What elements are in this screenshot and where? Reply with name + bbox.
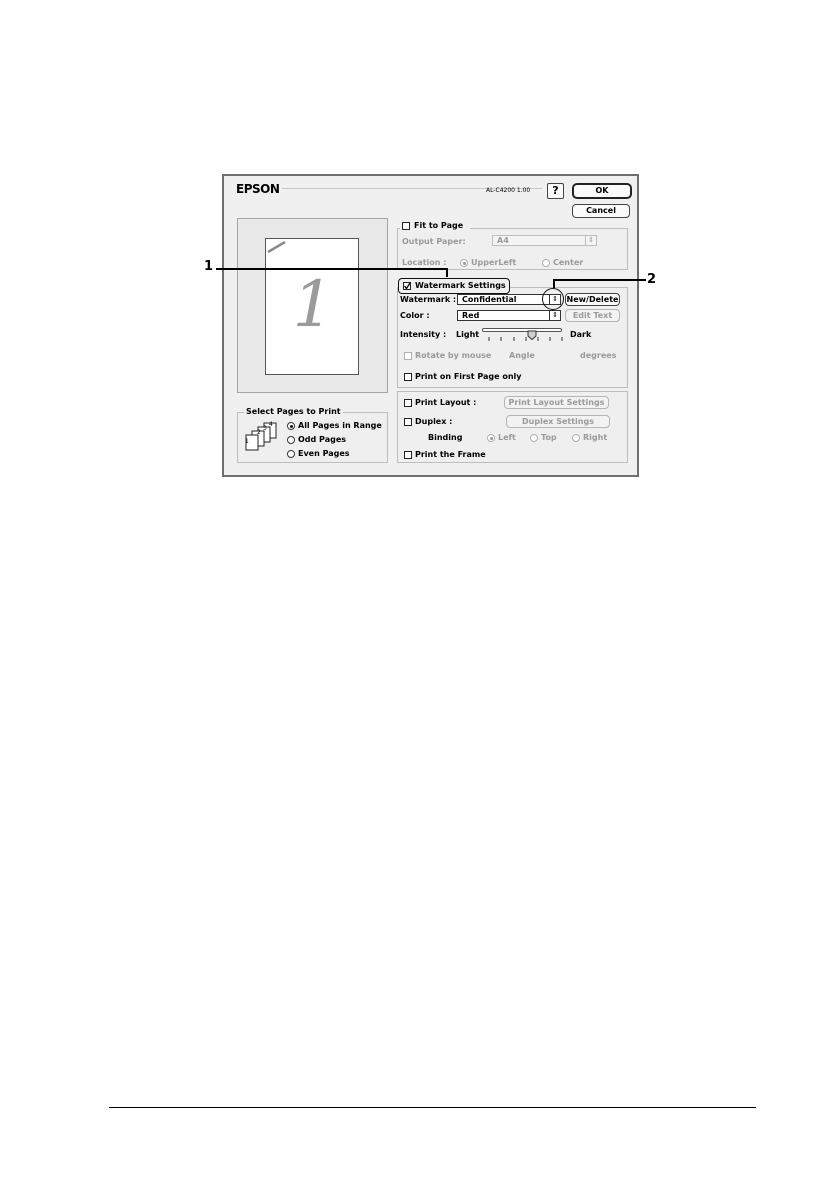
watermark-settings-header: Watermark Settings bbox=[398, 278, 510, 294]
radio-binding-right[interactable] bbox=[572, 434, 580, 442]
watermark-label: Watermark : bbox=[400, 295, 457, 304]
color-value: Red bbox=[462, 311, 480, 320]
radio-location-upperleft[interactable] bbox=[460, 259, 468, 267]
radio-binding-left[interactable] bbox=[487, 434, 495, 442]
page-preview-pane: 1 bbox=[237, 218, 388, 393]
fit-to-page-label: Fit to Page bbox=[414, 221, 464, 230]
angle-label: Angle bbox=[509, 351, 535, 360]
print-frame-label: Print the Frame bbox=[415, 450, 486, 459]
radio-location-center[interactable] bbox=[542, 259, 550, 267]
intensity-slider-thumb[interactable] bbox=[527, 325, 537, 341]
rotate-by-mouse-checkbox[interactable] bbox=[404, 352, 412, 360]
callout-line-1-drop bbox=[446, 268, 448, 277]
preview-page-number: 1 bbox=[292, 268, 334, 342]
pages-icon-digit-1: 1 bbox=[245, 438, 249, 445]
first-page-only-label: Print on First Page only bbox=[415, 372, 522, 381]
intensity-slider-track[interactable] bbox=[482, 328, 562, 332]
binding-left-label: Left bbox=[498, 433, 516, 442]
binding-top-label: Top bbox=[541, 433, 557, 442]
fit-to-page-header: Fit to Page bbox=[400, 221, 470, 232]
callout-line-2 bbox=[553, 279, 646, 281]
pages-icon-digit-2: 2 bbox=[257, 429, 261, 436]
intensity-dark-label: Dark bbox=[570, 330, 592, 339]
watermark-settings-label: Watermark Settings bbox=[415, 281, 506, 290]
footer-rule bbox=[109, 1107, 756, 1108]
radio-even-pages[interactable] bbox=[287, 450, 295, 458]
fit-to-page-checkbox[interactable] bbox=[402, 222, 410, 230]
callout-line-2-drop bbox=[553, 279, 555, 288]
watermark-settings-checkbox[interactable] bbox=[403, 282, 411, 290]
rotate-by-mouse-label: Rotate by mouse bbox=[415, 351, 492, 360]
callout-number-2: 2 bbox=[647, 272, 657, 287]
first-page-only-checkbox[interactable] bbox=[404, 373, 412, 381]
odd-pages-label: Odd Pages bbox=[298, 435, 346, 444]
popup-arrows-icon: ⇕ bbox=[549, 311, 560, 320]
callout-circle-2 bbox=[542, 288, 564, 310]
output-paper-popup[interactable]: A4 ⇕ bbox=[492, 235, 597, 246]
pages-icon-digit-4: 4 bbox=[269, 421, 273, 428]
callout-line-1 bbox=[216, 268, 448, 270]
watermark-value: Confidential bbox=[462, 295, 517, 304]
brand-logo: EPSON bbox=[236, 182, 280, 196]
select-pages-title: Select Pages to Print bbox=[244, 407, 343, 417]
pages-icon-digit-3: 3 bbox=[263, 425, 267, 432]
edit-text-button[interactable]: Edit Text bbox=[565, 309, 620, 322]
color-popup[interactable]: Red ⇕ bbox=[457, 310, 561, 321]
all-pages-label: All Pages in Range bbox=[298, 421, 382, 430]
binding-right-label: Right bbox=[583, 433, 608, 442]
location-center-label: Center bbox=[553, 258, 584, 267]
even-pages-label: Even Pages bbox=[298, 449, 350, 458]
printer-settings-dialog: EPSON AL-C4200 1.00 ? OK Cancel 1 Select… bbox=[222, 174, 639, 477]
print-layout-label: Print Layout : bbox=[415, 398, 477, 407]
duplex-label: Duplex : bbox=[415, 417, 453, 426]
new-delete-button[interactable]: New/Delete bbox=[565, 293, 620, 306]
popup-arrows-icon: ⇕ bbox=[585, 236, 596, 245]
intensity-ticks bbox=[488, 337, 563, 341]
duplex-settings-button[interactable]: Duplex Settings bbox=[506, 415, 610, 428]
intensity-light-label: Light bbox=[456, 330, 480, 339]
duplex-checkbox[interactable] bbox=[404, 418, 412, 426]
print-layout-settings-button[interactable]: Print Layout Settings bbox=[504, 396, 609, 409]
print-layout-checkbox[interactable] bbox=[404, 399, 412, 407]
location-label: Location : bbox=[402, 258, 447, 267]
binding-label: Binding bbox=[428, 433, 463, 442]
output-paper-value: A4 bbox=[497, 236, 509, 245]
version-label: AL-C4200 1.00 bbox=[486, 187, 531, 194]
ok-button[interactable]: OK bbox=[572, 183, 632, 199]
select-pages-group: Select Pages to Print 1 2 3 4 All Pages … bbox=[237, 407, 388, 463]
watermark-mark-icon bbox=[267, 240, 286, 254]
intensity-label: Intensity : bbox=[400, 330, 447, 339]
location-upperleft-label: UpperLeft bbox=[471, 258, 517, 267]
degrees-label: degrees bbox=[580, 351, 617, 360]
radio-odd-pages[interactable] bbox=[287, 436, 295, 444]
callout-number-1: 1 bbox=[204, 259, 214, 274]
checkmark-icon bbox=[403, 282, 411, 290]
color-label: Color : bbox=[400, 311, 430, 320]
cancel-button[interactable]: Cancel bbox=[572, 204, 630, 218]
radio-binding-top[interactable] bbox=[530, 434, 538, 442]
help-button[interactable]: ? bbox=[547, 183, 564, 199]
radio-all-pages[interactable] bbox=[287, 422, 295, 430]
output-paper-label: Output Paper: bbox=[402, 237, 466, 246]
preview-page: 1 bbox=[265, 238, 359, 375]
print-frame-checkbox[interactable] bbox=[404, 451, 412, 459]
